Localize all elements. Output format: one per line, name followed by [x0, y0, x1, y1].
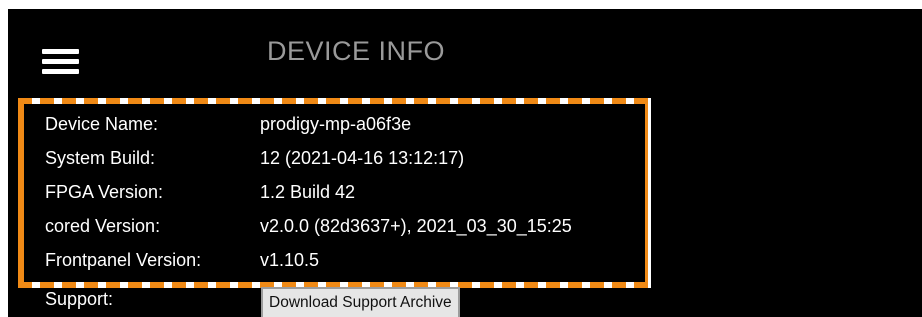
info-row-device-name: Device Name: prodigy-mp-a06f3e [45, 108, 645, 142]
info-label: System Build: [45, 148, 156, 168]
info-row-system-build: System Build: 12 (2021-04-16 13:12:17) [45, 142, 645, 176]
support-label: Support: [45, 289, 114, 309]
info-row-cored-version: cored Version: v2.0.0 (82d3637+), 2021_0… [45, 210, 645, 244]
menu-bar [42, 69, 79, 74]
info-row-frontpanel-version: Frontpanel Version: v1.10.5 [45, 244, 645, 278]
info-value: 12 (2021-04-16 13:12:17) [260, 148, 465, 168]
menu-bar [42, 49, 79, 54]
info-value: 1.2 Build 42 [260, 182, 356, 202]
info-value: v2.0.0 (82d3637+), 2021_03_30_15:25 [260, 216, 572, 236]
menu-bar [42, 59, 79, 64]
info-label: Device Name: [45, 114, 159, 134]
info-row-fpga-version: FPGA Version: 1.2 Build 42 [45, 176, 645, 210]
page-title: DEVICE INFO [267, 36, 446, 66]
info-label: Frontpanel Version: [45, 250, 202, 270]
info-value: v1.10.5 [260, 250, 320, 270]
hamburger-menu-icon[interactable] [42, 49, 79, 77]
device-info-screen: DEVICE INFO Device Name: prodigy-mp-a06f… [8, 9, 922, 317]
info-label: cored Version: [45, 216, 161, 236]
info-label: FPGA Version: [45, 182, 164, 202]
download-support-archive-button[interactable]: Download Support Archive [261, 287, 460, 317]
info-value: prodigy-mp-a06f3e [260, 114, 412, 134]
